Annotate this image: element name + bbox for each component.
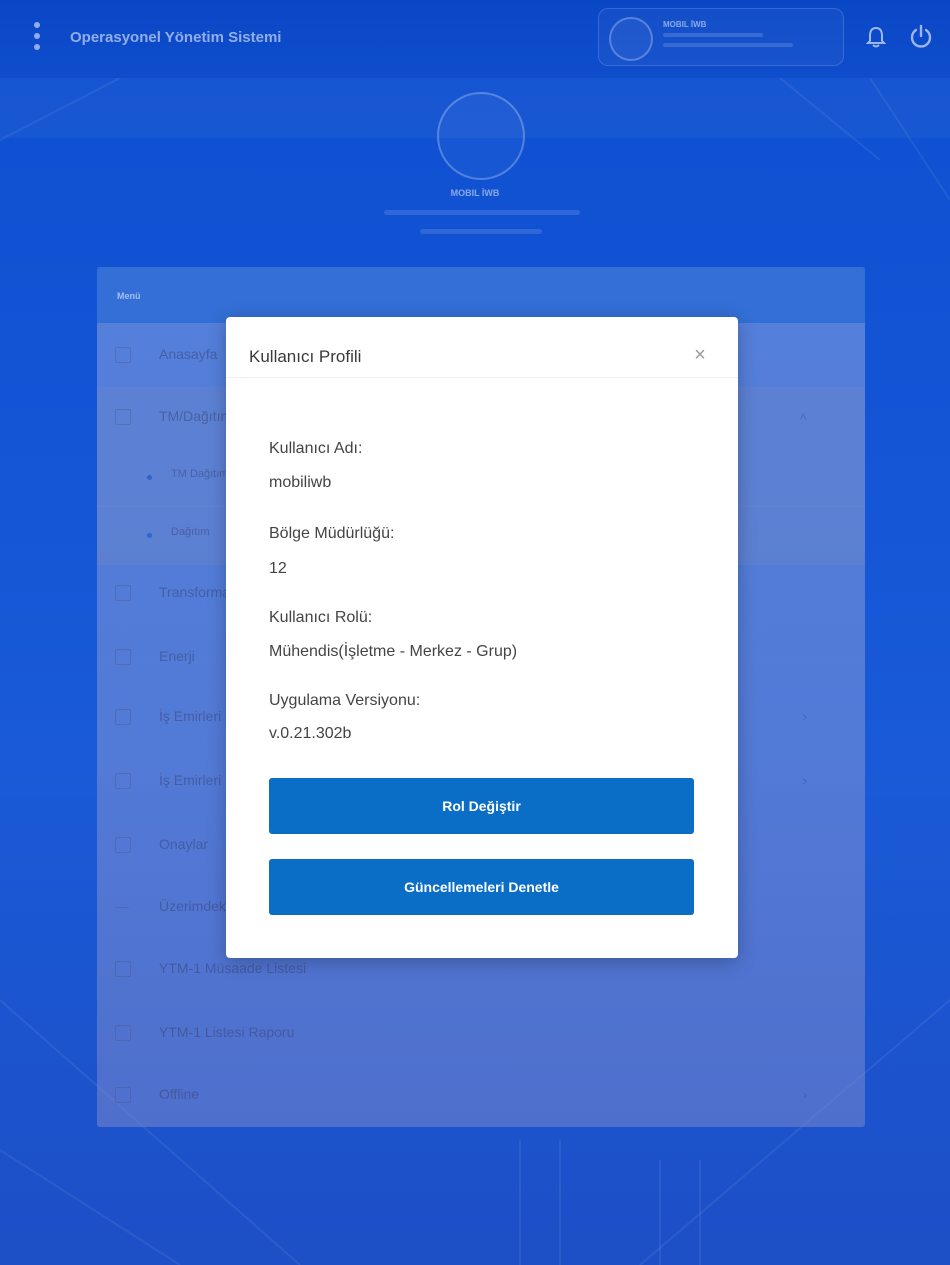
menu-item-label: Enerji [159,648,195,664]
avatar [609,17,653,61]
profile-detail-line [384,210,580,215]
home-icon [115,347,131,363]
bolt-icon [115,649,131,665]
chevron-right-icon: › [802,1087,807,1102]
menu-title: Menü [117,291,141,301]
role-value: Mühendis(İşletme - Merkez - Grup) [269,643,518,660]
kebab-menu-icon[interactable] [34,22,42,50]
check-icon [115,837,131,853]
menu-item-label: İş Emirleri [159,708,222,724]
profile-avatar [437,92,525,180]
user-detail-line [663,43,793,47]
menu-item-label: YTM-1 Müsaade Listesi [159,960,307,976]
user-detail-line [663,33,763,37]
bell-icon[interactable] [866,26,886,48]
menu-item-ytm1-rapor[interactable]: YTM-1 Listesi Raporu [97,1003,865,1063]
menu-item-label: Onaylar [159,836,209,852]
modal-divider [226,377,738,378]
chevron-right-icon: › [802,709,807,724]
user-profile-modal: Kullanıcı Profili × Kullanıcı Adı: mobil… [226,317,738,958]
list-icon [115,961,131,977]
grid-icon [115,709,131,725]
region-label: Bölge Müdürlüğü: [269,525,395,542]
user-card[interactable]: MOBIL İWB [598,8,844,66]
app-version-label: Uygulama Versiyonu: [269,692,421,709]
folder-icon [115,409,131,425]
chevron-right-icon: › [802,773,807,788]
home-icon [115,585,131,601]
menu-item-label: TM/Dağıtım [159,408,233,424]
top-bar: Operasyonel Yönetim Sistemi MOBIL İWB [0,0,950,78]
check-updates-button[interactable]: Güncellemeleri Denetle [269,859,694,915]
menu-item-label: Offline [159,1086,200,1102]
menu-item-offline[interactable]: Offline › [97,1065,865,1125]
menu-item-label: Üzerimdeki [159,898,230,914]
menu-item-label: YTM-1 Listesi Raporu [159,1024,295,1040]
report-icon [115,1025,131,1041]
grid-icon [115,773,131,789]
user-name: MOBIL İWB [663,20,707,29]
username-label: Kullanıcı Adı: [269,440,363,457]
modal-title: Kullanıcı Profili [249,347,362,366]
app-title: Operasyonel Yönetim Sistemi [70,29,282,46]
bullet-icon [147,475,152,480]
line-icon [115,907,129,908]
menu-item-label: Dağıtım [171,526,210,538]
change-role-button[interactable]: Rol Değiştir [269,778,694,834]
menu-item-label: İş Emirleri [159,772,222,788]
profile-name: MOBIL İWB [450,188,500,198]
close-icon[interactable]: × [690,345,710,365]
menu-header: Menü [97,267,865,323]
menu-item-label: Anasayfa [159,346,218,362]
cloud-icon [115,1087,131,1103]
region-value: 12 [269,560,287,577]
username-value: mobiliwb [269,474,332,491]
app-version-value: v.0.21.302b [269,725,352,742]
power-icon[interactable] [908,24,934,50]
chevron-up-icon: ˄ [799,409,807,424]
role-label: Kullanıcı Rolü: [269,609,373,626]
menu-item-label: TM Dağıtım [171,468,229,480]
profile-detail-line [420,229,542,234]
bullet-icon [147,533,152,538]
